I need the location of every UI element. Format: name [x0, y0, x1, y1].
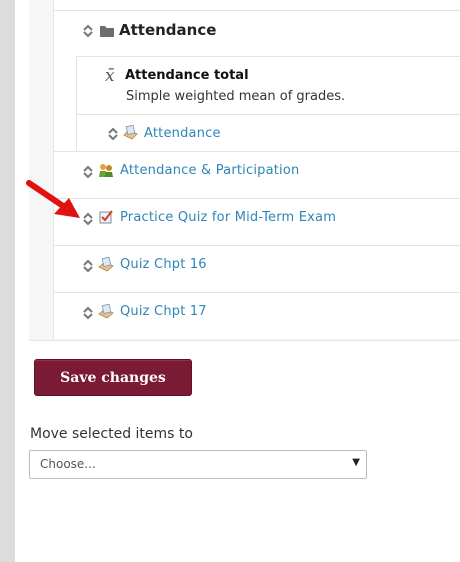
grade-item-link[interactable]: Practice Quiz for Mid-Term Exam [120, 210, 336, 225]
move-handle-icon[interactable] [81, 24, 95, 38]
annotation-arrow-icon [26, 180, 80, 218]
row-divider [53, 198, 460, 199]
grade-item-link[interactable]: Quiz Chpt 17 [120, 304, 207, 319]
folder-icon [100, 26, 114, 37]
move-target-value: Choose... [40, 457, 96, 471]
move-handle-icon[interactable] [81, 306, 95, 320]
category-total-title: Attendance total [125, 68, 249, 83]
row-divider [53, 292, 460, 293]
move-handle-icon[interactable] [81, 165, 95, 179]
move-items-label: Move selected items to [30, 426, 193, 442]
row-divider [77, 56, 460, 57]
quiz-icon [98, 257, 114, 272]
category-total-description: Simple weighted mean of grades. [126, 89, 346, 104]
chevron-down-icon: ▼ [352, 457, 360, 468]
mean-symbol-icon: x̄ [105, 66, 115, 86]
grade-item-link[interactable]: Quiz Chpt 16 [120, 257, 207, 272]
category-name: Attendance [119, 21, 217, 39]
quiz-check-icon [99, 210, 113, 224]
move-handle-icon[interactable] [81, 212, 95, 226]
row-divider [53, 10, 460, 11]
quiz-icon [98, 304, 114, 319]
grade-item-link[interactable]: Attendance [144, 126, 221, 141]
move-handle-icon[interactable] [106, 127, 120, 141]
left-margin-strip [0, 0, 15, 562]
move-target-select[interactable]: Choose... ▼ [29, 450, 367, 479]
save-changes-button[interactable]: Save changes [34, 359, 192, 396]
move-handle-icon[interactable] [81, 259, 95, 273]
assignment-icon [123, 125, 138, 140]
row-divider [77, 114, 460, 115]
attendance-icon [99, 164, 113, 177]
grade-item-link[interactable]: Attendance & Participation [120, 163, 299, 178]
row-divider [53, 245, 460, 246]
